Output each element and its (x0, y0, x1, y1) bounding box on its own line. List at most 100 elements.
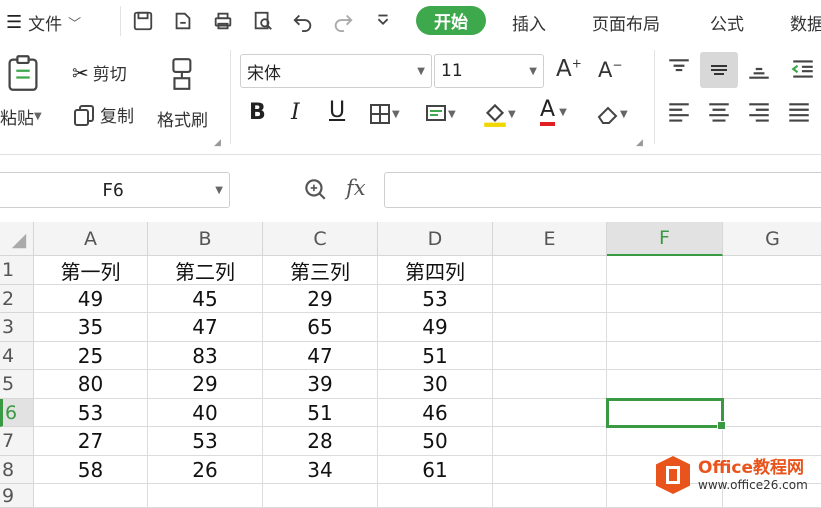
cell-e9[interactable] (493, 484, 607, 508)
column-header-f[interactable]: F (607, 222, 723, 256)
copy-button[interactable]: 复制 (72, 102, 134, 127)
cell-style-button[interactable]: ▼ (424, 102, 456, 126)
row-header-1[interactable]: 1 (0, 256, 34, 285)
paste-icon[interactable] (6, 54, 40, 96)
tab-formulas[interactable]: 公式 (710, 10, 744, 35)
column-header-b[interactable]: B (148, 222, 263, 256)
row-header-7[interactable]: 7 (0, 427, 34, 456)
cell-e8[interactable] (493, 456, 607, 484)
cell-f4[interactable] (607, 342, 723, 370)
row-header-9[interactable]: 9 (0, 484, 34, 508)
cell-g4[interactable] (723, 342, 821, 370)
file-menu[interactable]: ☰ 文件 ﹀ (6, 10, 81, 35)
align-top-icon[interactable] (666, 56, 692, 82)
cell-g2[interactable] (723, 285, 821, 313)
font-color-button[interactable]: A ▼ (540, 98, 567, 126)
align-middle-icon[interactable] (700, 52, 738, 88)
tab-page-layout[interactable]: 页面布局 (592, 10, 660, 35)
cell-a4[interactable]: 25 (34, 342, 148, 370)
cell-d9[interactable] (378, 484, 493, 508)
decrease-font-icon[interactable]: A− (598, 58, 622, 82)
export-icon[interactable] (170, 8, 196, 34)
cell-d3[interactable]: 49 (378, 313, 493, 342)
column-header-d[interactable]: D (378, 222, 493, 256)
align-right-icon[interactable] (746, 100, 772, 126)
align-center-icon[interactable] (706, 100, 732, 126)
dialog-launcher-icon[interactable]: ◢ (636, 138, 643, 148)
cell-c4[interactable]: 47 (263, 342, 378, 370)
row-header-5[interactable]: 5 (0, 370, 34, 399)
column-header-c[interactable]: C (263, 222, 378, 256)
paste-button[interactable]: 粘贴 ▼ (0, 104, 42, 129)
cell-b2[interactable]: 45 (148, 285, 263, 313)
font-name-select[interactable]: 宋体 ▼ (240, 54, 432, 88)
formula-input[interactable] (384, 172, 821, 208)
row-header-8[interactable]: 8 (0, 456, 34, 484)
cut-button[interactable]: ✂ 剪切 (72, 60, 127, 86)
tab-insert[interactable]: 插入 (512, 10, 546, 35)
cell-d5[interactable]: 30 (378, 370, 493, 399)
cell-f5[interactable] (607, 370, 723, 399)
zoom-search-icon[interactable] (302, 176, 330, 204)
cell-g1[interactable] (723, 256, 821, 285)
cell-a6[interactable]: 53 (34, 399, 148, 427)
clear-button[interactable]: ▼ (596, 102, 628, 126)
fill-handle[interactable] (717, 421, 726, 430)
cell-c2[interactable]: 29 (263, 285, 378, 313)
tab-data[interactable]: 数据 (790, 10, 821, 35)
cell-a9[interactable] (34, 484, 148, 508)
cell-f1[interactable] (607, 256, 723, 285)
cell-a5[interactable]: 80 (34, 370, 148, 399)
cell-f7[interactable] (607, 427, 723, 456)
row-header-3[interactable]: 3 (0, 313, 34, 342)
cell-b9[interactable] (148, 484, 263, 508)
italic-button[interactable]: I (291, 100, 300, 125)
align-bottom-icon[interactable] (746, 56, 772, 82)
row-header-4[interactable]: 4 (0, 342, 34, 370)
borders-button[interactable]: ▼ (368, 102, 400, 126)
cell-b8[interactable]: 26 (148, 456, 263, 484)
cell-g7[interactable] (723, 427, 821, 456)
cell-d6[interactable]: 46 (378, 399, 493, 427)
cell-d4[interactable]: 51 (378, 342, 493, 370)
tab-start[interactable]: 开始 (416, 6, 486, 35)
print-icon[interactable] (210, 8, 236, 34)
justify-icon[interactable] (786, 100, 812, 126)
function-icon[interactable]: fx (346, 176, 366, 200)
increase-font-icon[interactable]: A+ (556, 56, 582, 82)
name-box[interactable]: F6 ▼ (0, 172, 230, 208)
cell-f2[interactable] (607, 285, 723, 313)
cell-c5[interactable]: 39 (263, 370, 378, 399)
cell-b7[interactable]: 53 (148, 427, 263, 456)
format-painter-icon[interactable] (168, 56, 200, 96)
cell-d2[interactable]: 53 (378, 285, 493, 313)
cell-e1[interactable] (493, 256, 607, 285)
cell-b4[interactable]: 83 (148, 342, 263, 370)
redo-icon[interactable] (330, 8, 356, 34)
cell-g3[interactable] (723, 313, 821, 342)
cell-f3[interactable] (607, 313, 723, 342)
cell-e7[interactable] (493, 427, 607, 456)
column-header-g[interactable]: G (723, 222, 821, 256)
column-header-a[interactable]: A (34, 222, 148, 256)
decrease-indent-icon[interactable] (790, 56, 816, 82)
cell-e6[interactable] (493, 399, 607, 427)
cell-b1[interactable]: 第二列 (148, 256, 263, 285)
cell-d1[interactable]: 第四列 (378, 256, 493, 285)
row-header-6[interactable]: 6 (0, 399, 34, 427)
cell-c8[interactable]: 34 (263, 456, 378, 484)
cell-a2[interactable]: 49 (34, 285, 148, 313)
cell-d7[interactable]: 50 (378, 427, 493, 456)
fill-color-button[interactable]: ▼ (482, 100, 516, 128)
cell-e2[interactable] (493, 285, 607, 313)
font-size-select[interactable]: 11 ▼ (434, 54, 544, 88)
print-preview-icon[interactable] (250, 8, 276, 34)
cell-a7[interactable]: 27 (34, 427, 148, 456)
bold-button[interactable]: B (249, 100, 266, 125)
cell-b3[interactable]: 47 (148, 313, 263, 342)
cell-a3[interactable]: 35 (34, 313, 148, 342)
cell-e4[interactable] (493, 342, 607, 370)
align-left-icon[interactable] (666, 100, 692, 126)
cell-g6[interactable] (723, 399, 821, 427)
cell-a8[interactable]: 58 (34, 456, 148, 484)
